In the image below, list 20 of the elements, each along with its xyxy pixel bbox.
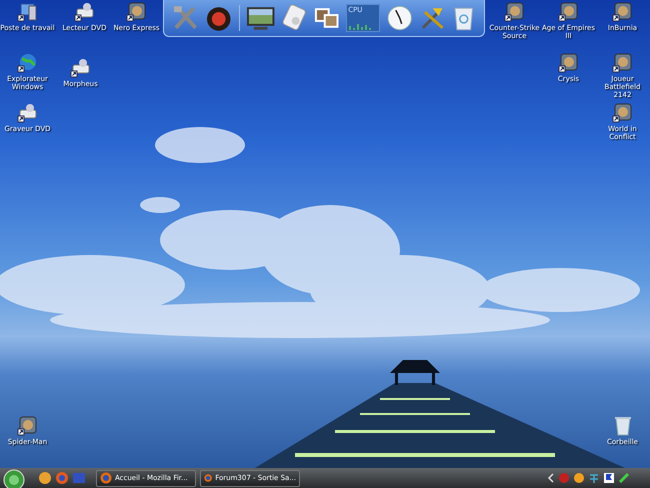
shortcut-icon[interactable] (558, 53, 580, 73)
shortcut-icon[interactable] (612, 2, 634, 22)
shortcut-icon[interactable] (504, 2, 526, 22)
browser-icon (100, 472, 112, 484)
shortcut-icon[interactable] (126, 2, 148, 22)
shortcut-icon[interactable] (16, 2, 38, 22)
flag-icon[interactable] (603, 472, 615, 484)
shortcut-icon[interactable] (16, 416, 38, 436)
globe-icon[interactable] (16, 53, 38, 73)
clock-icon[interactable] (386, 4, 414, 32)
chevron-left-icon[interactable] (547, 472, 555, 484)
browser-icon[interactable] (55, 471, 69, 485)
shortcut-icon[interactable] (558, 2, 580, 22)
shortcut-icon[interactable] (70, 58, 92, 78)
shortcut-icon[interactable] (612, 103, 634, 123)
browser-icon (204, 472, 212, 484)
monitor-icon[interactable] (246, 4, 276, 32)
shortcut-icon[interactable] (74, 2, 96, 22)
shortcut-icon[interactable] (612, 53, 634, 73)
shortcut-icon[interactable] (16, 103, 38, 123)
